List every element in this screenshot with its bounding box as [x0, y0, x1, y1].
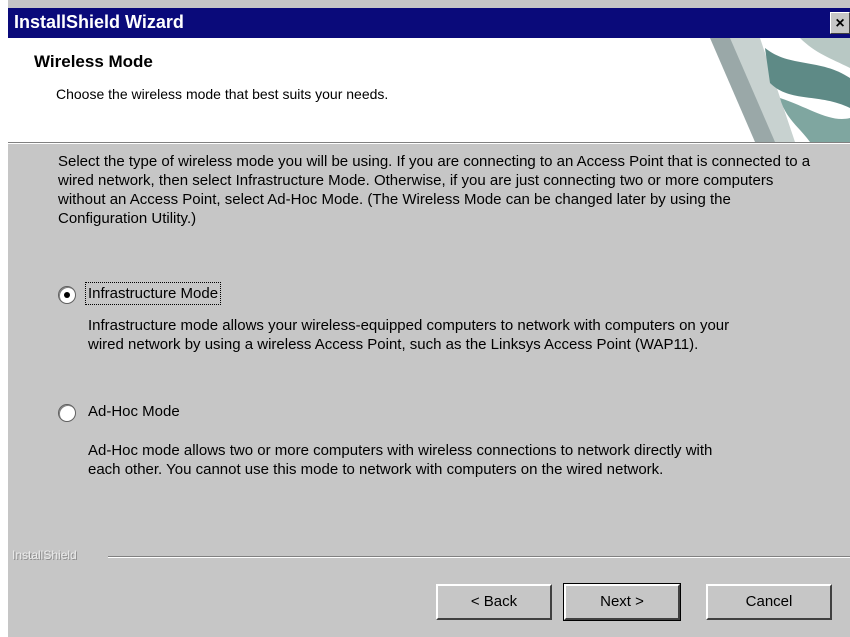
title-bar[interactable]: InstallShield Wizard ×: [8, 8, 850, 38]
wizard-header: Wireless Mode Choose the wireless mode t…: [8, 38, 850, 143]
header-graphic: [670, 38, 850, 142]
cancel-button[interactable]: Cancel: [706, 584, 832, 620]
page-subtitle: Choose the wireless mode that best suits…: [56, 86, 389, 102]
installshield-wizard-window: InstallShield Wizard × Wireless Mode Cho…: [8, 0, 850, 637]
header-divider: [8, 143, 850, 144]
installshield-brand-row: InstallShield: [8, 548, 850, 564]
radio-selected-dot: [64, 292, 70, 298]
infrastructure-mode-description: Infrastructure mode allows your wireless…: [88, 317, 730, 353]
back-button[interactable]: < Back: [436, 584, 552, 620]
ad-hoc-mode-description: Ad-Hoc mode allows two or more computers…: [88, 442, 713, 478]
ad-hoc-mode-label[interactable]: Ad-Hoc Mode: [88, 403, 180, 420]
next-button[interactable]: Next >: [563, 583, 681, 621]
footer-divider: [108, 556, 850, 558]
window-title: InstallShield Wizard: [14, 12, 184, 32]
close-button[interactable]: ×: [830, 12, 850, 34]
intro-text: Select the type of wireless mode you wil…: [58, 153, 811, 227]
page-title: Wireless Mode: [34, 52, 153, 71]
infrastructure-mode-label[interactable]: Infrastructure Mode: [84, 282, 222, 305]
installshield-brand-label: InstallShield: [12, 548, 83, 562]
infrastructure-mode-radio[interactable]: [58, 286, 76, 304]
ad-hoc-mode-radio[interactable]: [58, 404, 76, 422]
